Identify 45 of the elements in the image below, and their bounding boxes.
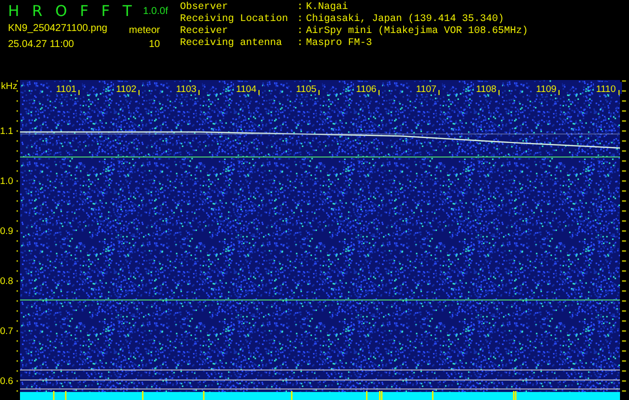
frequency-label: 0.6 [0,376,14,387]
tick-mark [78,90,80,96]
frequency-label: 1.0 [0,176,14,187]
info-label: Receiver [180,26,230,38]
time-label: 1109 [536,84,556,95]
frequency-label: 0.9 [0,226,14,237]
tick-mark [378,90,380,96]
time-label: 1108 [476,84,496,95]
unit-label: kHz [1,81,18,92]
tick-mark [318,90,320,96]
time-label: 1107 [416,84,436,95]
tick-mark [438,90,440,96]
time-label: 1103 [176,84,196,95]
count-value: 10 [148,39,160,50]
separator-colon: : [297,38,304,50]
info-label: Receiving antenna [180,38,284,50]
info-value: Maspro FM-3 [306,38,372,50]
info-value: K.Nagai [306,2,348,14]
mode-label: meteor [128,24,160,36]
tick-mark [258,90,260,96]
version-label: 1.0.0f [142,6,169,16]
tick-mark [618,90,620,96]
tick-mark [198,90,200,96]
time-label: 1102 [116,84,136,95]
tick-mark [138,90,140,96]
info-value: Chigasaki, Japan (139.414 35.340) [306,14,504,26]
time-label: 1110 [596,84,616,95]
frequency-label: 1.1 [0,126,14,137]
file-name: KN9_2504271100.png [8,23,108,36]
separator-colon: : [297,26,304,38]
info-label: Observer [180,2,230,14]
tick-mark [558,90,560,96]
tick-mark [498,90,500,96]
frequency-label: 0.7 [0,326,14,337]
time-label: 1105 [296,84,316,95]
separator-colon: : [297,14,304,26]
info-label: Receiving Location [180,14,290,26]
info-value: AirSpy mini (Miakejima VOR 108.65MHz) [306,26,528,38]
separator-colon: : [297,2,304,14]
time-label: 1104 [236,84,256,95]
app-title: H R O F F T [8,2,135,20]
time-label: 1101 [56,84,76,95]
time-label: 1106 [356,84,376,95]
date-time: 25.04.27 11:00 [8,39,74,50]
frequency-label: 0.8 [0,276,14,287]
